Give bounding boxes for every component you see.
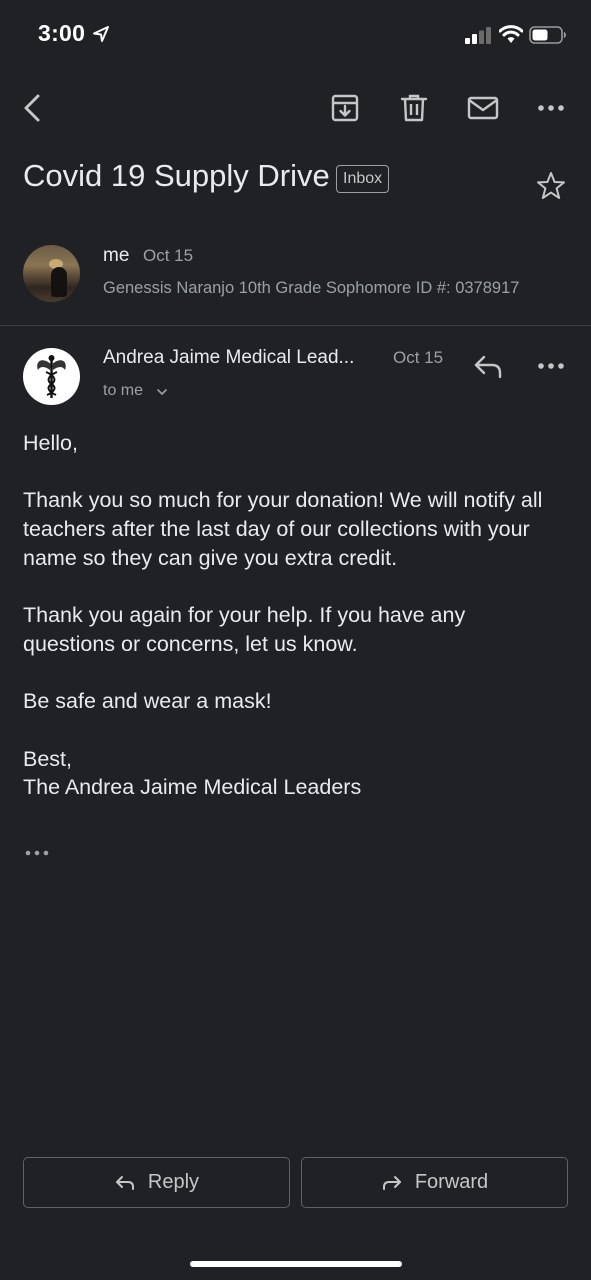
signature: The Andrea Jaime Medical Leaders [23, 775, 362, 800]
message-more-options-icon[interactable] [536, 352, 566, 380]
back-arrow-icon[interactable] [20, 93, 50, 123]
message-sender: me [103, 245, 130, 266]
recipient-details-toggle[interactable]: to me [103, 382, 143, 400]
reply-button[interactable]: Reply [23, 1157, 290, 1208]
email-subject: Covid 19 Supply Drive [23, 158, 330, 193]
forward-icon [382, 1175, 401, 1190]
reply-icon [115, 1175, 134, 1190]
body-paragraph: Thank you again for your help. If you ha… [23, 603, 466, 656]
forward-button-label: Forward [414, 1171, 489, 1193]
signoff: Best, [23, 746, 72, 771]
mark-unread-mail-icon[interactable] [467, 93, 499, 123]
forward-button[interactable]: Forward [301, 1157, 568, 1208]
caduceus-logo-icon [37, 355, 66, 398]
more-options-icon[interactable] [536, 93, 566, 123]
reply-button-label: Reply [147, 1171, 200, 1193]
message-snippet[interactable]: Genessis Naranjo 10th Grade Sophomore ID… [103, 279, 519, 298]
show-trimmed-content-icon[interactable] [24, 843, 50, 863]
sender-avatar-logo[interactable] [23, 348, 80, 405]
sender-avatar-photo[interactable] [23, 245, 80, 302]
trash-icon[interactable] [399, 93, 429, 123]
inbox-label-chip[interactable]: Inbox [336, 165, 390, 193]
chevron-down-icon[interactable] [156, 387, 168, 397]
reply-icon[interactable] [472, 353, 504, 381]
body-paragraph: Thank you so much for your donation! We … [23, 488, 543, 570]
archive-icon[interactable] [330, 93, 360, 123]
home-indicator[interactable] [190, 1261, 402, 1267]
message-date: Oct 15 [393, 348, 444, 367]
body-paragraph: Be safe and wear a mask! [23, 689, 272, 714]
battery-icon [529, 26, 566, 44]
message-sender: Andrea Jaime Medical Lead... [103, 347, 355, 368]
wifi-icon [499, 25, 523, 43]
star-icon[interactable] [535, 170, 567, 202]
message-date: Oct 15 [143, 246, 194, 265]
status-time: 3:00 [38, 20, 86, 46]
body-paragraph: Hello, [23, 431, 78, 455]
message-divider [0, 325, 591, 326]
cellular-signal-icon [465, 27, 491, 44]
message-body: Hello, Thank you so much for your donati… [23, 429, 563, 802]
location-arrow-icon [93, 26, 109, 42]
